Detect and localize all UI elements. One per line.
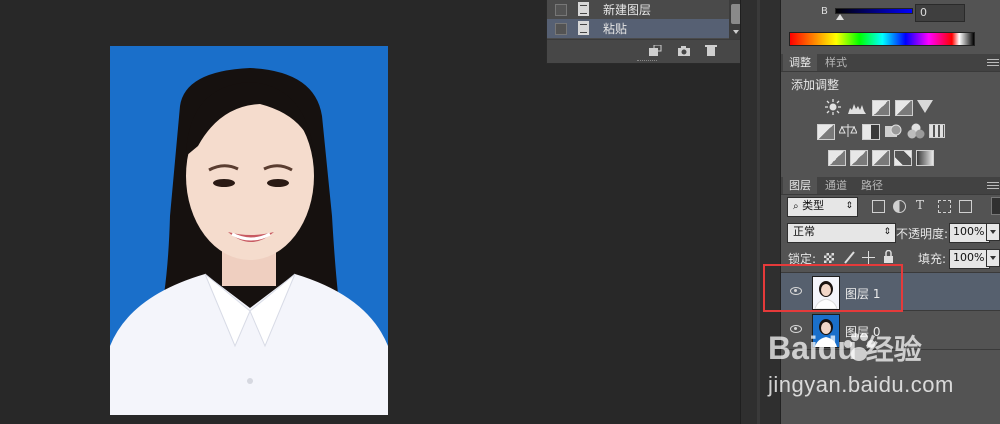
- search-icon: ⌕: [793, 201, 799, 212]
- fill-input[interactable]: 100%: [949, 249, 990, 269]
- gradient-map-icon[interactable]: [894, 150, 912, 166]
- type-layer-filter-icon[interactable]: T: [916, 198, 924, 212]
- chevron-down-icon: [990, 256, 996, 260]
- chevron-updown-icon: ⇕: [845, 201, 853, 211]
- chevron-updown-icon: ⇕: [883, 227, 891, 237]
- color-balance-icon[interactable]: [838, 124, 858, 138]
- history-checkbox[interactable]: [555, 23, 567, 35]
- history-panel: 新建图层 粘贴: [546, 0, 744, 64]
- opacity-dropdown-button[interactable]: [986, 223, 1000, 241]
- history-item-label: 粘贴: [603, 22, 628, 36]
- shape-layer-filter-icon[interactable]: [938, 200, 951, 213]
- brightness-icon[interactable]: [825, 99, 841, 115]
- adjustment-layer-filter-icon[interactable]: [893, 200, 906, 213]
- layer-filter-dropdown[interactable]: ⌕ 类型 ⇕: [787, 197, 858, 217]
- tab-paths[interactable]: 路径: [855, 177, 889, 194]
- tab-styles[interactable]: 样式: [819, 54, 853, 71]
- adjustments-title: 添加调整: [791, 78, 840, 92]
- exposure-icon[interactable]: [895, 100, 913, 116]
- curves-icon[interactable]: [872, 100, 890, 116]
- color-lookup-icon[interactable]: [929, 124, 945, 138]
- history-item-new-layer[interactable]: 新建图层: [547, 0, 729, 19]
- blend-mode-value: 正常: [793, 225, 815, 238]
- history-item-label: 新建图层: [603, 3, 652, 17]
- history-checkbox[interactable]: [555, 4, 567, 16]
- adjustments-tab-bar: 调整 样式: [781, 54, 1000, 72]
- smart-object-filter-icon[interactable]: [959, 200, 972, 213]
- tab-layers[interactable]: 图层: [783, 177, 817, 194]
- levels-icon[interactable]: [848, 100, 866, 114]
- fill-dropdown-button[interactable]: [986, 249, 1000, 267]
- scroll-down-icon[interactable]: [733, 30, 739, 34]
- channel-label: B: [821, 6, 828, 17]
- snapshot-camera-icon[interactable]: [677, 45, 691, 57]
- document-icon: [578, 21, 589, 35]
- document-icon: [578, 2, 589, 16]
- history-item-paste[interactable]: 粘贴: [547, 19, 729, 38]
- tab-channels[interactable]: 通道: [819, 177, 853, 194]
- blend-mode-dropdown[interactable]: 正常 ⇕: [787, 223, 896, 243]
- resize-grip[interactable]: [637, 60, 657, 62]
- vibrance-icon[interactable]: [917, 100, 933, 113]
- opacity-label: 不透明度:: [896, 227, 949, 241]
- channel-mixer-icon[interactable]: [907, 123, 925, 139]
- threshold-icon[interactable]: [872, 150, 890, 166]
- posterize-icon[interactable]: [850, 150, 868, 166]
- opacity-input[interactable]: 100%: [949, 223, 990, 243]
- paw-logo-icon: [844, 333, 875, 361]
- color-spectrum-bar[interactable]: [789, 32, 975, 46]
- panel-menu-icon[interactable]: [987, 180, 999, 190]
- new-document-from-state-icon[interactable]: [648, 45, 662, 57]
- filter-toggle-switch[interactable]: [991, 197, 1000, 215]
- layers-tab-bar: 图层 通道 路径: [781, 177, 1000, 195]
- chevron-down-icon: [990, 230, 996, 234]
- history-footer: [547, 39, 743, 63]
- lock-position-icon[interactable]: [862, 251, 875, 264]
- lock-all-icon[interactable]: [883, 250, 894, 264]
- baidu-jingyan-watermark: Baidu 经验 jingyan.baidu.com: [768, 330, 1000, 400]
- slider-handle[interactable]: [836, 14, 844, 20]
- black-white-icon[interactable]: [862, 124, 880, 140]
- hue-saturation-icon[interactable]: [817, 124, 835, 140]
- panel-menu-icon[interactable]: [987, 57, 999, 67]
- photo-filter-icon[interactable]: [884, 123, 902, 139]
- portrait-image: [110, 46, 388, 415]
- tab-adjustments[interactable]: 调整: [783, 54, 817, 71]
- lock-transparent-pixels-icon[interactable]: [824, 253, 834, 263]
- blue-value-input[interactable]: 0: [915, 4, 965, 22]
- canvas-photo[interactable]: [110, 46, 388, 415]
- lock-image-pixels-icon[interactable]: [843, 250, 855, 264]
- highlight-box: [763, 264, 903, 312]
- invert-icon[interactable]: [828, 150, 846, 166]
- pixel-layer-filter-icon[interactable]: [872, 200, 885, 213]
- fill-label: 填充:: [918, 252, 947, 266]
- blue-slider-track[interactable]: [835, 8, 913, 14]
- color-panel: B 0: [781, 0, 1000, 54]
- filter-type-label: 类型: [802, 199, 825, 212]
- selective-color-icon[interactable]: [916, 150, 934, 166]
- trash-icon[interactable]: [705, 44, 717, 57]
- watermark-url: jingyan.baidu.com: [768, 372, 954, 397]
